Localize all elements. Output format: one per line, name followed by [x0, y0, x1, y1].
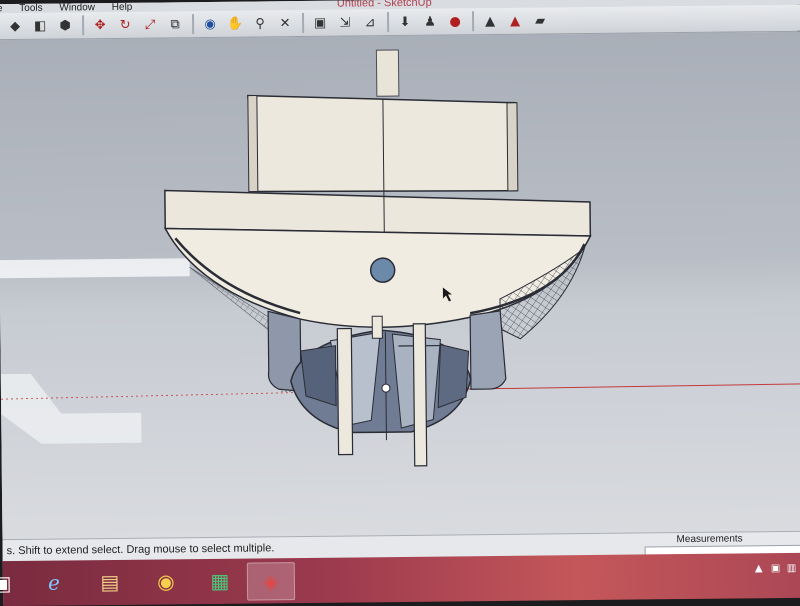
right-float: [470, 311, 506, 389]
menu-tools[interactable]: Tools: [19, 4, 42, 13]
housing-shadow-right: [437, 344, 469, 407]
store-icon[interactable]: ▦: [197, 563, 243, 599]
status-hint: s. Shift to extend select. Drag mouse to…: [7, 542, 275, 557]
position-camera-icon[interactable]: ●: [445, 11, 465, 31]
scale-icon[interactable]: ⤢: [140, 14, 160, 34]
cabin-block: [248, 93, 517, 194]
glare-shape: [1, 373, 142, 444]
tray-network-icon[interactable]: ▥: [787, 563, 797, 574]
section-plane-icon[interactable]: ▣: [310, 13, 330, 33]
look-around-icon[interactable]: ♟: [420, 12, 440, 32]
rotate-icon[interactable]: ↻: [115, 15, 135, 35]
tape-measure-icon[interactable]: ⊿: [360, 12, 380, 32]
toolbar-divider: [387, 12, 389, 32]
get-models-icon[interactable]: ▲: [480, 11, 500, 31]
warehouse-icon[interactable]: ▰: [530, 10, 550, 30]
leg-left: [337, 329, 352, 455]
model-canvas[interactable]: [0, 32, 800, 541]
windows-taskbar: ▣ ℯ ▤ ◉ ▦ ◈ ▲ ▣ ▥: [3, 553, 800, 606]
toolbar-divider: [302, 13, 304, 33]
housing-hub: [382, 384, 390, 392]
leg-right: [413, 324, 426, 466]
zoom-icon[interactable]: ⚲: [250, 13, 270, 33]
sketchup-icon[interactable]: ◈: [247, 562, 295, 601]
leg-center-stub: [372, 316, 382, 338]
mast: [376, 50, 398, 96]
drawing-viewport[interactable]: [0, 32, 800, 541]
toolbar-divider: [472, 11, 474, 31]
offset-icon[interactable]: ⧉: [165, 14, 185, 34]
internet-explorer-icon[interactable]: ℯ: [31, 564, 77, 600]
menu-window[interactable]: Window: [59, 3, 95, 12]
walk-icon[interactable]: ⬇: [395, 12, 415, 32]
zoom-extents-icon[interactable]: ✕: [275, 13, 295, 33]
toolbar-divider: [82, 15, 84, 35]
chrome-icon[interactable]: ◉: [143, 563, 189, 599]
move-icon[interactable]: ✥: [90, 15, 110, 35]
orbit-icon[interactable]: ◉: [200, 14, 220, 34]
glare-band: [0, 258, 190, 278]
file-manager-icon[interactable]: ▤: [87, 564, 133, 600]
cabin-right-face: [507, 103, 518, 191]
push-pull-icon[interactable]: ⬢: [55, 15, 75, 35]
window-title: Untitled - SketchUp: [337, 0, 432, 9]
dimension-icon[interactable]: ⇲: [335, 12, 355, 32]
tray-app-icon[interactable]: ▣: [771, 563, 781, 574]
menu-help[interactable]: Help: [112, 3, 133, 12]
toolbar-divider: [192, 14, 194, 34]
paint-bucket-icon[interactable]: ◧: [30, 16, 50, 36]
desktop-screen: e Tools Window Help Untitled - SketchUp …: [0, 0, 800, 604]
eraser-icon[interactable]: ◆: [5, 16, 25, 36]
menu-edit[interactable]: e: [0, 4, 3, 13]
measurements-label: Measurements: [676, 533, 742, 545]
porthole: [371, 258, 395, 282]
explorer-icon[interactable]: ▣: [0, 565, 25, 601]
pan-icon[interactable]: ✋: [225, 14, 245, 34]
share-model-icon[interactable]: ▲: [505, 11, 525, 31]
cabin-left-face: [248, 95, 258, 191]
tray-arrow-icon[interactable]: ▲: [755, 563, 763, 574]
